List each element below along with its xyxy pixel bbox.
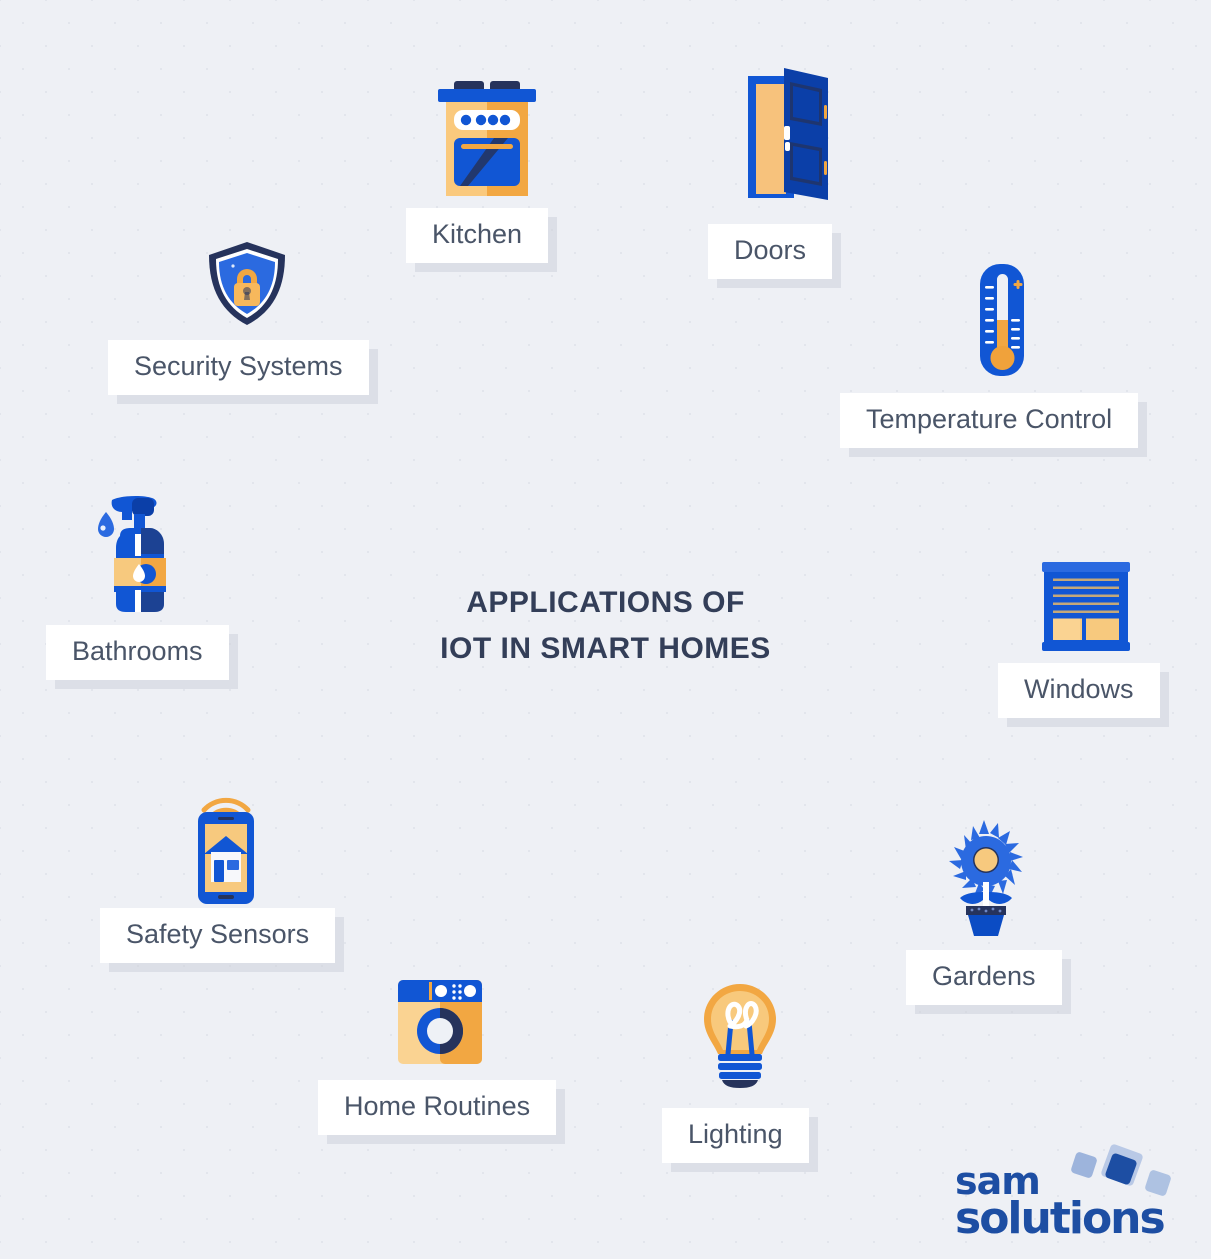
- label-lighting[interactable]: Lighting: [662, 1108, 809, 1163]
- label-lighting-text: Lighting: [688, 1119, 783, 1149]
- label-security-systems[interactable]: Security Systems: [108, 340, 369, 395]
- smartphone-wifi-home-icon: [186, 788, 266, 909]
- spray-bottle-icon: [92, 492, 186, 621]
- shield-lock-icon: [206, 240, 288, 333]
- label-home-routines[interactable]: Home Routines: [318, 1080, 557, 1135]
- label-windows[interactable]: Windows: [998, 663, 1160, 718]
- label-temperature-control-text: Temperature Control: [866, 404, 1113, 434]
- open-door-icon: [744, 68, 836, 205]
- label-gardens-text: Gardens: [932, 961, 1036, 991]
- label-temperature-control[interactable]: Temperature Control: [840, 393, 1139, 448]
- logo-wordmark: sam solutions: [955, 1162, 1166, 1244]
- label-safety-sensors[interactable]: Safety Sensors: [100, 908, 336, 963]
- potted-sunflower-icon: [946, 820, 1026, 941]
- sam-solutions-logo[interactable]: sam solutions: [955, 1143, 1180, 1248]
- washing-machine-icon: [396, 978, 484, 1069]
- window-blinds-icon: [1036, 556, 1136, 661]
- label-gardens[interactable]: Gardens: [906, 950, 1062, 1005]
- label-bathrooms[interactable]: Bathrooms: [46, 625, 229, 680]
- label-kitchen[interactable]: Kitchen: [406, 208, 549, 263]
- label-home-routines-text: Home Routines: [344, 1091, 531, 1121]
- light-bulb-icon: [698, 982, 782, 1093]
- label-kitchen-text: Kitchen: [432, 219, 523, 249]
- title-line-1: APPLICATIONS OF: [466, 586, 745, 619]
- label-windows-text: Windows: [1024, 674, 1134, 704]
- infographic-canvas: APPLICATIONS OF IOT IN SMART HOMES Kitch…: [0, 0, 1211, 1259]
- label-safety-sensors-text: Safety Sensors: [126, 919, 310, 949]
- thermometer-icon: [974, 262, 1038, 383]
- label-doors-text: Doors: [734, 235, 807, 265]
- label-doors[interactable]: Doors: [708, 224, 833, 279]
- label-bathrooms-text: Bathrooms: [72, 636, 203, 666]
- label-security-systems-text: Security Systems: [134, 351, 343, 381]
- stove-icon: [432, 78, 542, 203]
- logo-line-2: solutions: [955, 1193, 1166, 1244]
